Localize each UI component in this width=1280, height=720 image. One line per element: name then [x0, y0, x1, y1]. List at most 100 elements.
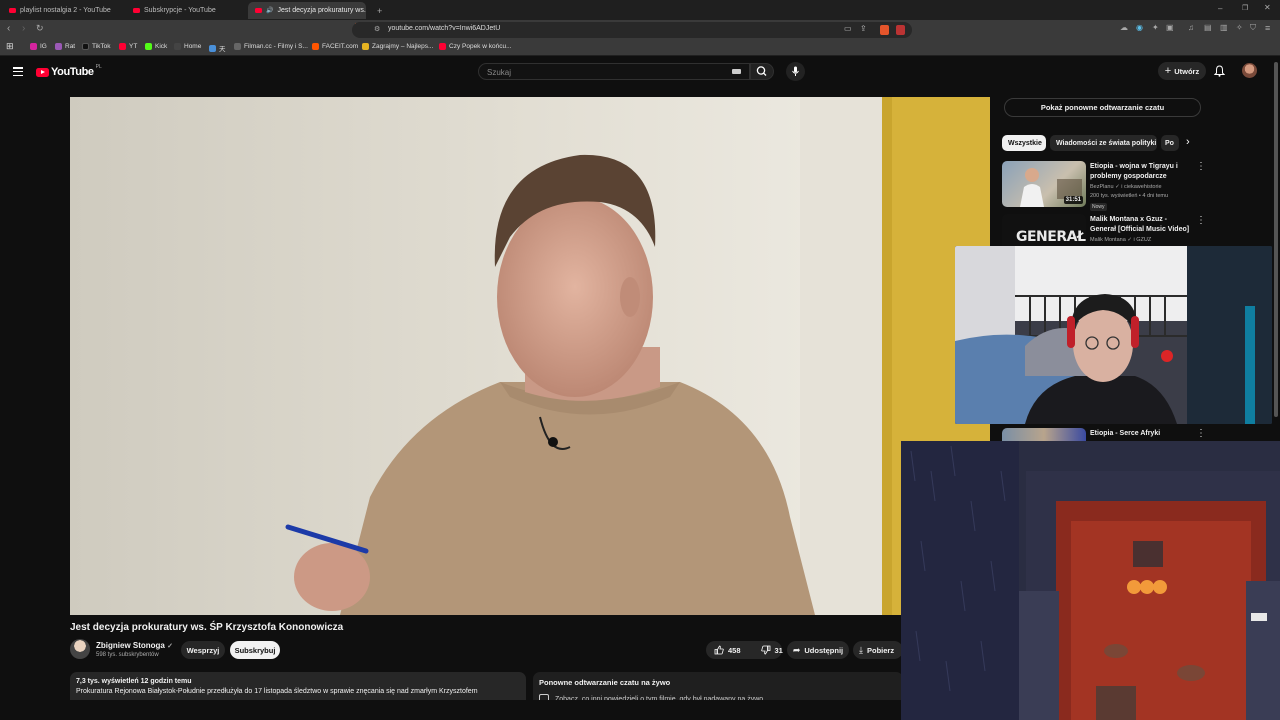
account-avatar[interactable]	[1242, 63, 1257, 78]
chip-politics[interactable]: Wiadomości ze świata polityki	[1050, 135, 1157, 151]
youtube-icon	[9, 8, 16, 13]
minimize-icon[interactable]: –	[1218, 4, 1222, 13]
more-actions-icon[interactable]: ⋮	[1196, 216, 1206, 226]
channel-text: BezPlanu	[1090, 184, 1114, 190]
close-window-icon[interactable]: ✕	[1264, 3, 1271, 12]
bookmark-label: YT	[129, 43, 138, 50]
keyboard-icon[interactable]	[732, 69, 741, 74]
bookmark-yt[interactable]: YT	[119, 43, 137, 50]
voice-search-button[interactable]	[786, 62, 805, 81]
dislike-button[interactable]: 31	[760, 645, 783, 655]
bookmark-kick[interactable]: Kick	[145, 43, 167, 50]
bookmark-popek[interactable]: Czy Popek w końcu...	[439, 43, 512, 50]
rat-icon	[55, 43, 62, 50]
recommendation-title[interactable]: Etiopia - Serce Afryki	[1090, 429, 1194, 439]
tab-label: Subskrypcje - YouTube	[144, 7, 216, 14]
channel-avatar[interactable]	[70, 639, 90, 659]
support-button[interactable]: Wesprzyj	[181, 641, 225, 659]
bookmark-rat[interactable]: Rat	[55, 43, 75, 50]
bookmark-zagrajmy[interactable]: Zagrajmy – Najleps...	[362, 43, 433, 50]
bookmark-label: 天	[219, 46, 226, 53]
browser-tab-active[interactable]: 🔊 Jest decyzja prokuratury ws. ✕	[248, 2, 366, 19]
description-text: Prokuratura Rejonowa Białystok-Południe …	[76, 688, 478, 695]
download-button[interactable]: ⤓ Pobierz	[853, 641, 903, 659]
recommendation-thumbnail[interactable]: GENERAŁ	[1002, 214, 1086, 247]
back-icon[interactable]: ‹	[7, 23, 10, 34]
country-code: PL	[95, 64, 102, 70]
forward-icon[interactable]: ›	[22, 23, 25, 34]
more-actions-icon[interactable]: ⋮	[1196, 429, 1206, 439]
recommendation-thumbnail[interactable]	[1002, 428, 1086, 441]
chevron-right-icon[interactable]: ›	[1186, 136, 1190, 148]
share-button[interactable]: ➦ Udostępnij	[787, 641, 849, 659]
new-tab-button[interactable]: +	[370, 2, 386, 19]
bookmark-label: Kick	[155, 43, 168, 50]
verified-icon: ✓	[1115, 184, 1120, 190]
maximize-icon[interactable]: ❐	[1242, 4, 1248, 12]
tab-label: Jest decyzja prokuratury ws.	[277, 7, 366, 14]
recommendation-thumbnail[interactable]: 31:51	[1002, 161, 1086, 207]
apps-grid-icon[interactable]: ⊞	[6, 41, 14, 52]
search-button[interactable]	[750, 63, 774, 80]
bookmark-label: Czy Popek w końcu...	[449, 43, 512, 50]
bookmark-label: Zagrajmy – Najleps...	[372, 43, 434, 50]
bookmark-ig[interactable]: IG	[30, 43, 47, 50]
like-count: 458	[728, 645, 741, 655]
create-button[interactable]: + Utwórz	[1158, 62, 1206, 80]
channel-extra-text: i GZUZ	[1133, 237, 1152, 243]
view-count-date: 7,3 tys. wyświetleń 12 godzin temu	[76, 678, 192, 685]
browser-tab-2[interactable]: Subskrypcje - YouTube	[126, 2, 246, 19]
menu-icon[interactable]: ≡	[1265, 23, 1270, 33]
media-icon[interactable]: ♫	[1188, 23, 1194, 32]
screenshot-icon[interactable]: ▣	[1166, 23, 1174, 32]
recommendation-title[interactable]: Etiopia - wojna w Tigrayu i problemy gos…	[1090, 162, 1194, 181]
zagrajmy-icon	[362, 43, 369, 50]
thumbs-down-icon	[760, 645, 770, 655]
ai-icon[interactable]: ✧	[1236, 23, 1243, 32]
verified-icon: ✓	[1127, 237, 1132, 243]
channel-extra-text: i ciekawehistorie	[1121, 184, 1162, 190]
brave-shield-icon[interactable]	[880, 25, 889, 35]
search-input[interactable]: Szukaj	[478, 63, 750, 80]
extension-icon[interactable]: ✦	[1152, 23, 1159, 32]
show-chat-replay-button[interactable]: Pokaż ponowne odtwarzanie czatu	[1004, 98, 1201, 117]
kick-icon	[145, 43, 152, 50]
chip-more[interactable]: Po	[1161, 135, 1179, 151]
brave-rewards-icon[interactable]	[896, 25, 905, 35]
browser-tab-1[interactable]: playlist nostalgia 2 - YouTube	[2, 2, 124, 19]
bookmark-tiktok[interactable]: TikTok	[82, 43, 111, 50]
recommendation-channel: BezPlanu ✓ i ciekawehistorie	[1090, 183, 1200, 191]
page-scrollbar[interactable]	[1274, 62, 1278, 417]
url-field[interactable]: ⚙ youtube.com/watch?v=Inwi6ADJetU ▭ ⇪	[352, 22, 912, 38]
bookmark-home[interactable]: Home	[174, 43, 201, 50]
channel-name-text: Zbigniew Stonoga	[96, 641, 165, 650]
youtube-logo[interactable]: YouTube PL	[36, 64, 102, 78]
site-info-icon[interactable]: ⚙	[374, 25, 380, 33]
video-frame	[70, 97, 990, 615]
recommendation-title[interactable]: Malik Montana x Gzuz - Generał [Official…	[1090, 215, 1194, 234]
thumbs-up-icon	[714, 645, 724, 655]
more-actions-icon[interactable]: ⋮	[1196, 162, 1206, 172]
reload-icon[interactable]: ↻	[36, 23, 44, 34]
youtube-header: YouTube PL Szukaj + Utwórz	[0, 57, 1280, 87]
bookmark-tian[interactable]: 天	[209, 43, 226, 53]
chip-all[interactable]: Wszystkie	[1002, 135, 1046, 151]
wallet-icon[interactable]: ▥	[1220, 23, 1228, 32]
bookmark-filman[interactable]: Filman.cc - Filmy i S...	[234, 43, 308, 50]
shield-icon[interactable]: ⛉	[1250, 23, 1256, 33]
channel-name[interactable]: Zbigniew Stonoga ✓	[96, 641, 173, 650]
video-player[interactable]	[70, 97, 990, 615]
translate-icon	[209, 44, 216, 52]
sidebar-icon[interactable]: ▤	[1204, 23, 1212, 32]
create-label: Utwórz	[1174, 66, 1200, 76]
cast-icon[interactable]: ▭	[844, 24, 852, 33]
search-icon	[756, 66, 767, 76]
vpn-icon[interactable]: ☁	[1120, 23, 1128, 32]
like-button[interactable]: 458	[714, 645, 741, 655]
share-icon[interactable]: ⇪	[860, 24, 867, 33]
hamburger-menu-icon[interactable]	[13, 67, 23, 77]
bookmark-faceit[interactable]: FACEIT.com	[312, 43, 358, 50]
wallet-icon[interactable]: ◉	[1136, 23, 1143, 32]
notifications-bell-icon[interactable]	[1213, 65, 1226, 80]
subscribe-button[interactable]: Subskrybuj	[230, 641, 280, 659]
